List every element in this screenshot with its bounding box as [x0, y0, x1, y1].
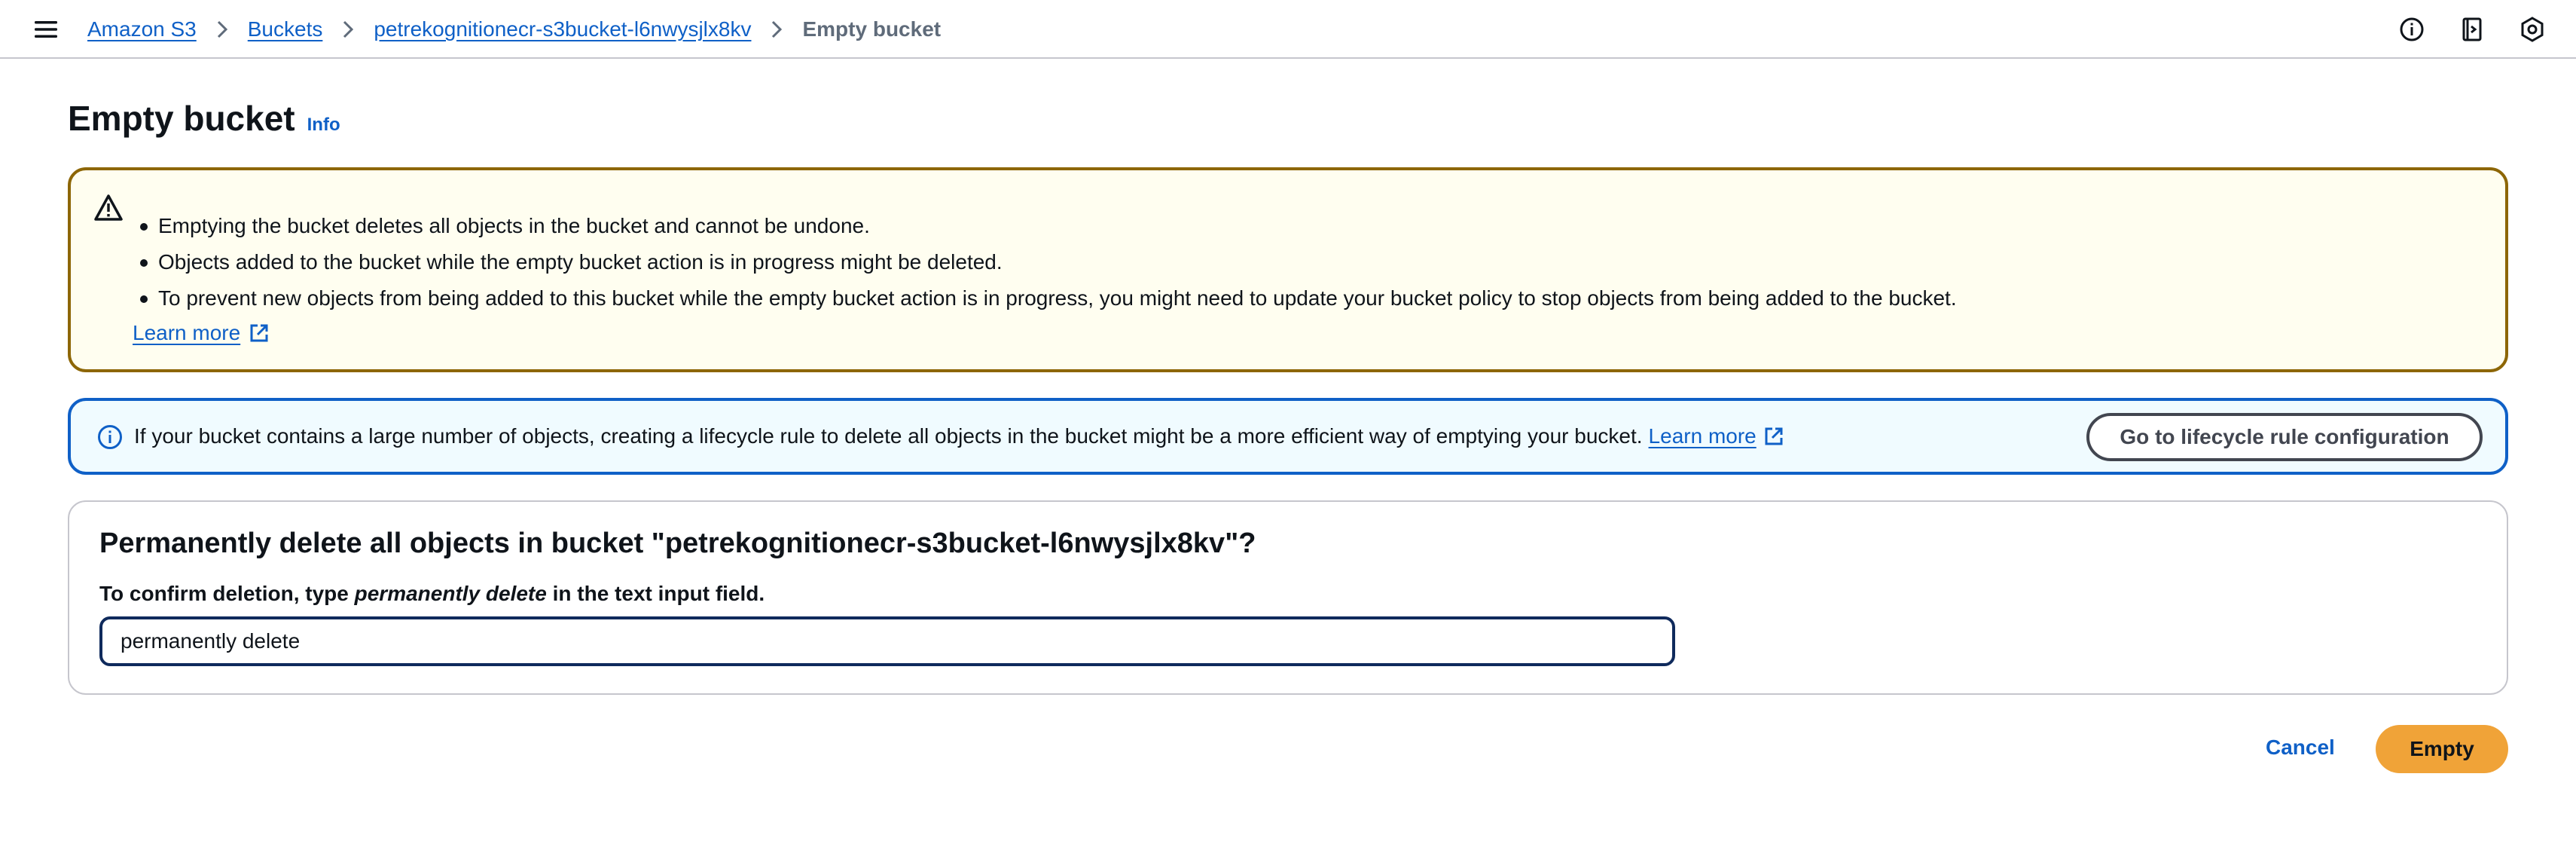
learn-more-text: Learn more	[133, 321, 241, 344]
page-header: Empty bucket Info	[68, 98, 340, 139]
warning-bullet-list: Emptying the bucket deletes all objects …	[140, 208, 1957, 317]
chevron-right-icon	[771, 20, 783, 39]
warning-learn-more-link[interactable]: Learn more	[133, 321, 270, 345]
warning-bullet: To prevent new objects from being added …	[140, 280, 1957, 317]
info-alert-text: If your bucket contains a large number o…	[134, 424, 1643, 448]
info-link[interactable]: Info	[307, 115, 340, 136]
learn-more-text: Learn more	[1648, 424, 1757, 448]
confirm-label-suffix: in the text input field.	[546, 582, 765, 605]
info-alert-message: If your bucket contains a large number o…	[134, 401, 1785, 472]
go-to-lifecycle-rule-button[interactable]: Go to lifecycle rule configuration	[2086, 413, 2483, 461]
breadcrumb-current: Empty bucket	[802, 17, 942, 41]
notifications-panel-icon[interactable]	[2458, 16, 2486, 43]
page-title: Empty bucket	[68, 99, 295, 138]
chevron-right-icon	[216, 20, 228, 39]
breadcrumb-bucket-name[interactable]: petrekognitionecr-s3bucket-l6nwysjlx8kv	[374, 17, 751, 41]
cancel-button[interactable]: Cancel	[2266, 735, 2335, 760]
breadcrumb: Amazon S3 Buckets petrekognitionecr-s3bu…	[87, 0, 941, 59]
info-circle-icon	[96, 424, 124, 451]
warning-bullet: Emptying the bucket deletes all objects …	[140, 208, 1957, 244]
confirm-text-input[interactable]	[99, 616, 1675, 666]
confirm-deletion-container: Permanently delete all objects in bucket…	[68, 500, 2508, 695]
info-alert: If your bucket contains a large number o…	[68, 398, 2508, 475]
confirm-label-emphasis: permanently delete	[354, 582, 547, 605]
hamburger-menu-icon[interactable]	[33, 17, 59, 42]
warning-alert: Emptying the bucket deletes all objects …	[68, 167, 2508, 372]
confirm-title: Permanently delete all objects in bucket…	[99, 528, 1256, 559]
info-learn-more-link[interactable]: Learn more	[1649, 424, 1785, 448]
external-link-icon	[1765, 427, 1783, 445]
warning-bullet: Objects added to the bucket while the em…	[140, 244, 1957, 280]
confirm-field-label: To confirm deletion, type permanently de…	[99, 582, 765, 606]
external-link-icon	[250, 324, 268, 342]
settings-hexagon-icon[interactable]	[2519, 16, 2546, 43]
top-utility-icons	[2398, 0, 2546, 59]
empty-button[interactable]: Empty	[2376, 725, 2508, 773]
warning-triangle-icon	[93, 193, 124, 223]
chevron-right-icon	[342, 20, 354, 39]
breadcrumb-amazon-s3[interactable]: Amazon S3	[87, 17, 197, 41]
top-navigation-bar: Amazon S3 Buckets petrekognitionecr-s3bu…	[0, 0, 2576, 59]
breadcrumb-buckets[interactable]: Buckets	[248, 17, 323, 41]
info-circle-icon[interactable]	[2398, 16, 2425, 43]
confirm-label-prefix: To confirm deletion, type	[99, 582, 355, 605]
